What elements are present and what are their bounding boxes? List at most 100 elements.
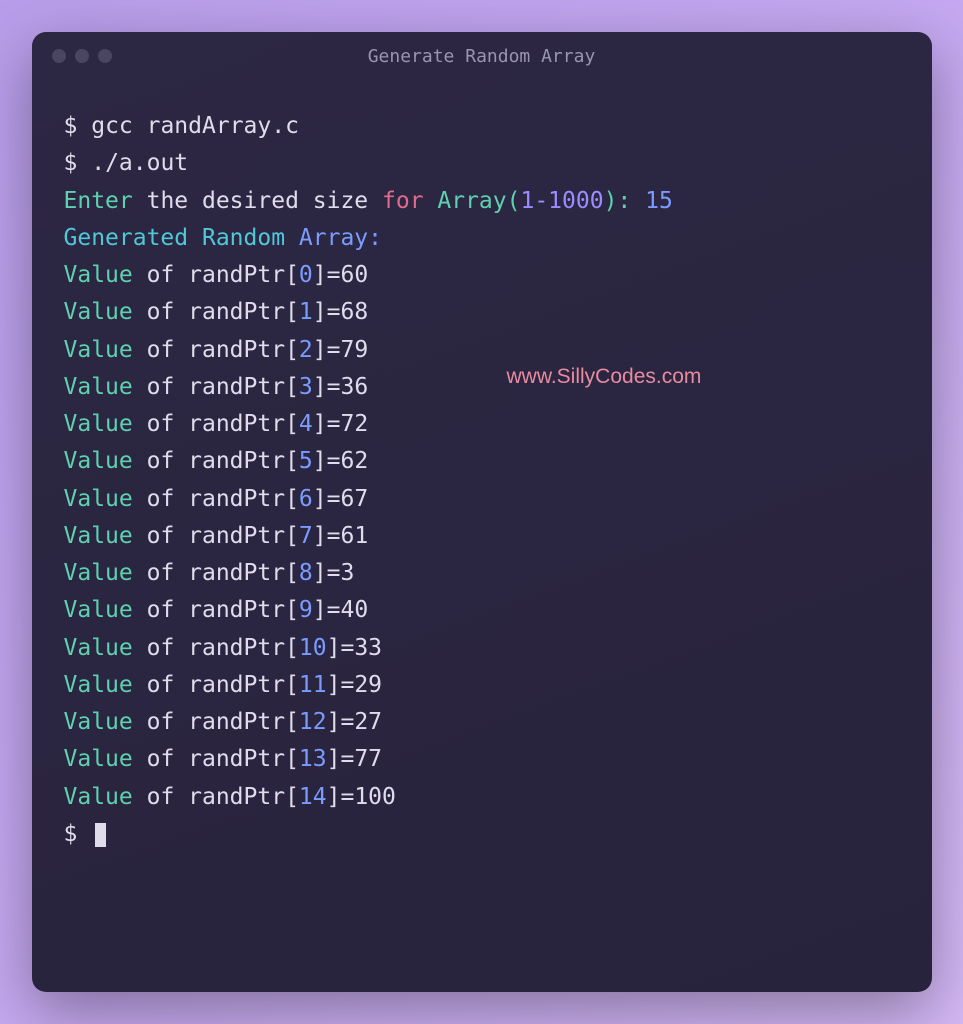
- randptr-text: randPtr[: [188, 672, 299, 698]
- of-word: of: [133, 709, 188, 735]
- cursor-icon: [95, 823, 106, 847]
- index-value: 5: [299, 448, 313, 474]
- close-icon[interactable]: [52, 49, 66, 63]
- value-word: Value: [64, 597, 133, 623]
- array-value: 61: [340, 523, 368, 549]
- randptr-text: randPtr[: [188, 709, 299, 735]
- close-bracket-eq: ]=: [313, 262, 341, 288]
- value-word: Value: [64, 299, 133, 325]
- array-value: 33: [354, 635, 382, 661]
- value-word: Value: [64, 635, 133, 661]
- close-bracket-eq: ]=: [313, 523, 341, 549]
- index-value: 11: [299, 672, 327, 698]
- array-value: 62: [340, 448, 368, 474]
- array-value: 67: [340, 486, 368, 512]
- output-row: Value of randPtr[7]=61: [64, 518, 900, 555]
- close-text: ):: [604, 188, 646, 214]
- close-bracket-eq: ]=: [313, 597, 341, 623]
- array-value: 40: [340, 597, 368, 623]
- of-word: of: [133, 411, 188, 437]
- close-bracket-eq: ]=: [313, 337, 341, 363]
- close-bracket-eq: ]=: [313, 560, 341, 586]
- of-word: of: [133, 374, 188, 400]
- value-word: Value: [64, 784, 133, 810]
- of-word: of: [133, 337, 188, 363]
- output-row: Value of randPtr[10]=33: [64, 630, 900, 667]
- value-word: Value: [64, 523, 133, 549]
- prompt-symbol: $: [64, 821, 78, 847]
- close-bracket-eq: ]=: [327, 672, 355, 698]
- randptr-text: randPtr[: [188, 523, 299, 549]
- value-word: Value: [64, 709, 133, 735]
- index-value: 6: [299, 486, 313, 512]
- index-value: 7: [299, 523, 313, 549]
- of-word: of: [133, 299, 188, 325]
- value-word: Value: [64, 411, 133, 437]
- value-word: Value: [64, 262, 133, 288]
- index-value: 13: [299, 746, 327, 772]
- array-value: 77: [354, 746, 382, 772]
- close-bracket-eq: ]=: [313, 411, 341, 437]
- of-word: of: [133, 784, 188, 810]
- array-value: 79: [340, 337, 368, 363]
- close-bracket-eq: ]=: [313, 486, 341, 512]
- randptr-text: randPtr[: [188, 448, 299, 474]
- output-rows: Value of randPtr[0]=60Value of randPtr[1…: [64, 257, 900, 816]
- prompt-symbol: $: [64, 150, 78, 176]
- value-word: Value: [64, 672, 133, 698]
- randptr-text: randPtr[: [188, 560, 299, 586]
- enter-word: Enter: [64, 188, 133, 214]
- array-value: 60: [340, 262, 368, 288]
- randptr-text: randPtr[: [188, 746, 299, 772]
- index-value: 0: [299, 262, 313, 288]
- randptr-text: randPtr[: [188, 374, 299, 400]
- array-value: 100: [354, 784, 396, 810]
- output-row: Value of randPtr[11]=29: [64, 667, 900, 704]
- value-word: Value: [64, 448, 133, 474]
- index-value: 4: [299, 411, 313, 437]
- value-word: Value: [64, 374, 133, 400]
- array-value: 29: [354, 672, 382, 698]
- close-bracket-eq: ]=: [327, 746, 355, 772]
- index-value: 2: [299, 337, 313, 363]
- index-value: 14: [299, 784, 327, 810]
- maximize-icon[interactable]: [98, 49, 112, 63]
- traffic-lights: [52, 49, 112, 63]
- for-keyword: for: [382, 188, 424, 214]
- generated-header-line: Generated Random Array:: [64, 220, 900, 257]
- value-word: Value: [64, 560, 133, 586]
- array-text: Array(: [424, 188, 521, 214]
- of-word: of: [133, 597, 188, 623]
- array-value: 72: [340, 411, 368, 437]
- minimize-icon[interactable]: [75, 49, 89, 63]
- close-bracket-eq: ]=: [327, 784, 355, 810]
- terminal-body[interactable]: $ gcc randArray.c $ ./a.out Enter the de…: [32, 80, 932, 881]
- of-word: of: [133, 448, 188, 474]
- final-prompt-line: $: [64, 816, 900, 853]
- index-value: 1: [299, 299, 313, 325]
- index-value: 9: [299, 597, 313, 623]
- value-word: Value: [64, 746, 133, 772]
- value-word: Value: [64, 337, 133, 363]
- randptr-text: randPtr[: [188, 784, 299, 810]
- output-row: Value of randPtr[3]=36: [64, 369, 900, 406]
- output-row: Value of randPtr[13]=77: [64, 741, 900, 778]
- output-row: Value of randPtr[1]=68: [64, 294, 900, 331]
- generated-text: Generated Random: [64, 225, 299, 251]
- command-text: ./a.out: [91, 150, 188, 176]
- output-row: Value of randPtr[8]=3: [64, 555, 900, 592]
- prompt-symbol: $: [64, 113, 78, 139]
- of-word: of: [133, 523, 188, 549]
- randptr-text: randPtr[: [188, 635, 299, 661]
- randptr-text: randPtr[: [188, 597, 299, 623]
- of-word: of: [133, 486, 188, 512]
- array-value: 68: [340, 299, 368, 325]
- close-bracket-eq: ]=: [327, 709, 355, 735]
- of-word: of: [133, 635, 188, 661]
- user-input: 15: [645, 188, 673, 214]
- output-row: Value of randPtr[12]=27: [64, 704, 900, 741]
- randptr-text: randPtr[: [188, 299, 299, 325]
- of-word: of: [133, 262, 188, 288]
- watermark-text: www.SillyCodes.com: [507, 360, 702, 394]
- input-prompt-line: Enter the desired size for Array(1-1000)…: [64, 183, 900, 220]
